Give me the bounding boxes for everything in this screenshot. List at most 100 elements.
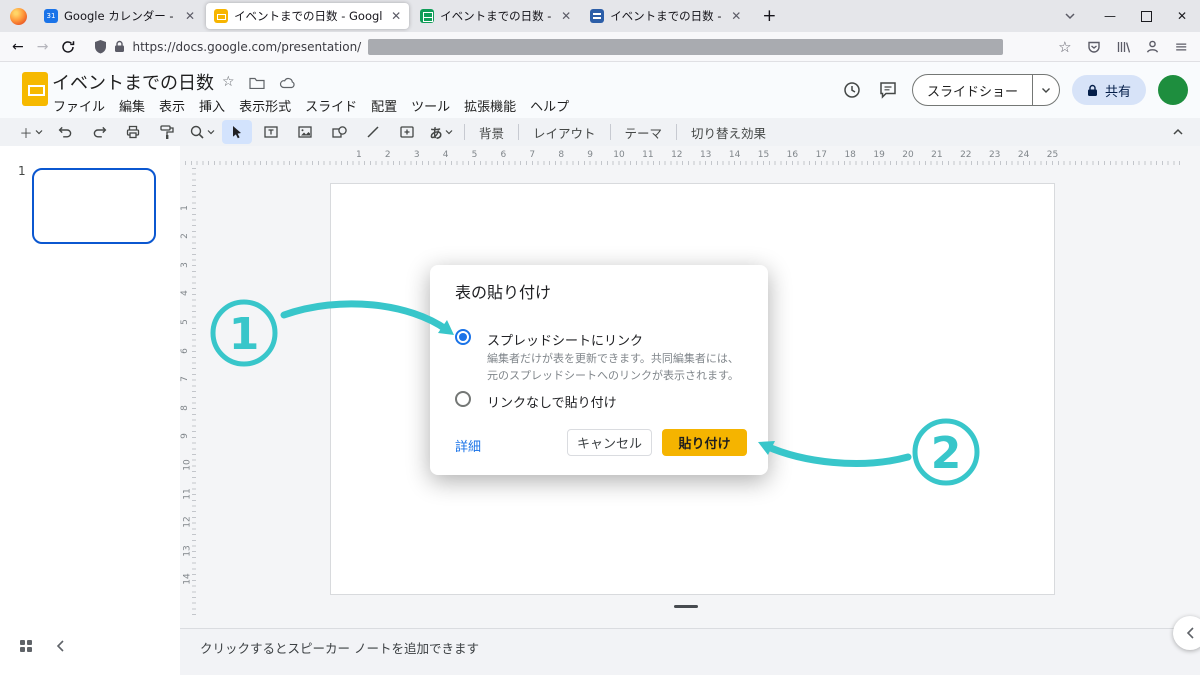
- theme-button[interactable]: テーマ: [617, 123, 671, 142]
- lock-icon[interactable]: [114, 40, 125, 53]
- menu-tools[interactable]: ツール: [404, 94, 457, 117]
- text-box-icon[interactable]: [256, 120, 286, 144]
- ruler-number: 9: [179, 433, 190, 440]
- back-button[interactable]: ←: [12, 39, 24, 55]
- ruler-number: 3: [179, 261, 190, 268]
- redo-button[interactable]: [84, 120, 114, 144]
- print-icon[interactable]: [118, 120, 148, 144]
- insert-shape-icon[interactable]: [324, 120, 354, 144]
- slide-thumbnail[interactable]: [32, 168, 156, 244]
- tab-list-dropdown-icon[interactable]: [1054, 12, 1086, 20]
- window-close-button[interactable]: ✕: [1164, 0, 1200, 32]
- zoom-tool-icon[interactable]: [186, 120, 218, 144]
- google-sheets-icon: [420, 9, 435, 23]
- insert-image-icon[interactable]: [290, 120, 320, 144]
- window-minimize-button[interactable]: —: [1092, 0, 1128, 32]
- new-tab-button[interactable]: +: [752, 6, 786, 26]
- menu-insert[interactable]: 挿入: [192, 94, 232, 117]
- menu-help[interactable]: ヘルプ: [523, 94, 576, 117]
- ruler-number: 4: [442, 150, 449, 160]
- select-tool-icon[interactable]: [222, 120, 252, 144]
- undo-button[interactable]: [50, 120, 80, 144]
- reload-button[interactable]: [61, 40, 75, 54]
- insert-line-icon[interactable]: [358, 120, 388, 144]
- ruler-number: 6: [500, 150, 507, 160]
- grid-view-icon[interactable]: [18, 638, 34, 654]
- browser-tab-sheets[interactable]: イベントまでの日数 - Google スプレ ✕: [412, 3, 579, 29]
- slideshow-dropdown-icon[interactable]: [1031, 75, 1059, 105]
- ruler-number: 20: [902, 150, 914, 160]
- menu-extensions[interactable]: 拡張機能: [457, 94, 523, 117]
- cancel-button[interactable]: キャンセル: [567, 429, 652, 456]
- menu-slide[interactable]: スライド: [298, 94, 364, 117]
- layout-button[interactable]: レイアウト: [525, 123, 604, 142]
- document-title[interactable]: イベントまでの日数: [52, 69, 214, 95]
- cloud-status-icon[interactable]: [279, 76, 297, 89]
- paste-table-dialog: 表の貼り付け スプレッドシートにリンク 編集者だけが表を更新できます。共同編集者…: [430, 265, 768, 475]
- speaker-notes-placeholder: クリックするとスピーカー ノートを追加できます: [200, 641, 479, 656]
- option-unlinked-label[interactable]: リンクなしで貼り付け: [487, 392, 617, 411]
- redacted-url-region: [368, 38, 1004, 55]
- word-art-button[interactable]: あ: [426, 120, 456, 144]
- shield-icon[interactable]: [94, 39, 107, 54]
- avatar[interactable]: [1158, 75, 1188, 105]
- collapse-filmstrip-icon[interactable]: [56, 639, 65, 653]
- details-link[interactable]: 詳細: [455, 436, 481, 455]
- account-icon[interactable]: [1145, 39, 1160, 54]
- option-link-label[interactable]: スプレッドシートにリンク: [487, 330, 643, 349]
- notes-resize-handle[interactable]: [674, 605, 698, 608]
- insert-placeholder-icon[interactable]: [392, 120, 422, 144]
- comments-icon[interactable]: [876, 78, 900, 102]
- menu-hamburger-icon[interactable]: ≡: [1175, 37, 1188, 56]
- tab-title: イベントまでの日数 - プロジェクトの: [610, 9, 722, 23]
- transition-button[interactable]: 切り替え効果: [683, 123, 774, 142]
- ruler-number: 11: [182, 487, 193, 500]
- tab-close-icon[interactable]: ✕: [185, 9, 195, 23]
- forward-button[interactable]: →: [37, 39, 49, 55]
- ruler-number: 12: [182, 516, 193, 528]
- tab-close-icon[interactable]: ✕: [391, 9, 401, 23]
- window-maximize-button[interactable]: [1128, 0, 1164, 32]
- google-calendar-icon: [44, 9, 58, 23]
- lock-icon: [1087, 84, 1098, 97]
- library-icon[interactable]: [1116, 40, 1130, 54]
- pocket-icon[interactable]: [1087, 40, 1101, 54]
- address-bar[interactable]: https://docs.google.com/presentation/: [94, 38, 1045, 55]
- folder-move-icon[interactable]: [248, 76, 265, 89]
- slides-header: イベントまでの日数 ☆ ファイル 編集 表示 挿入 表示形式 スライド 配置 ツ…: [0, 62, 1200, 118]
- bookmark-star-icon[interactable]: ☆: [1058, 38, 1071, 56]
- menu-arrange[interactable]: 配置: [364, 94, 404, 117]
- ruler-number: 6: [179, 347, 190, 354]
- share-button[interactable]: 共有: [1071, 75, 1146, 105]
- notes-bar: クリックするとスピーカー ノートを追加できます: [0, 628, 1200, 675]
- background-button[interactable]: 背景: [471, 123, 512, 142]
- star-icon[interactable]: ☆: [222, 74, 235, 90]
- slides-logo-icon[interactable]: [22, 72, 48, 106]
- tab-close-icon[interactable]: ✕: [561, 9, 571, 23]
- ruler-number: 10: [613, 150, 625, 160]
- radio-link-to-spreadsheet[interactable]: [455, 329, 471, 345]
- new-slide-button[interactable]: ＋: [16, 120, 46, 144]
- browser-tab-slides-active[interactable]: イベントまでの日数 - Google スライ ✕: [206, 3, 410, 29]
- speaker-notes-area[interactable]: クリックするとスピーカー ノートを追加できます: [180, 628, 1200, 675]
- slide-filmstrip: 1: [0, 146, 180, 628]
- browser-tab-project[interactable]: イベントまでの日数 - プロジェクトの ✕: [582, 3, 749, 29]
- side-panel-toggle-button[interactable]: [1173, 616, 1200, 650]
- browser-nav-bar: ← → https://docs.google.com/presentation…: [0, 32, 1200, 62]
- collapse-toolbar-icon[interactable]: [1172, 128, 1184, 136]
- ruler-number: 21: [931, 150, 943, 160]
- slideshow-button[interactable]: スライドショー: [913, 75, 1032, 105]
- paste-button[interactable]: 貼り付け: [662, 429, 747, 456]
- menu-format[interactable]: 表示形式: [232, 94, 298, 117]
- menu-file[interactable]: ファイル: [46, 94, 112, 117]
- menu-edit[interactable]: 編集: [112, 94, 152, 117]
- browser-tab-calendar[interactable]: Google カレンダー - 2023年 6月 2 ✕: [36, 3, 203, 29]
- radio-paste-unlinked[interactable]: [455, 391, 471, 407]
- ruler-number: 2: [384, 150, 391, 160]
- paint-format-icon[interactable]: [152, 120, 182, 144]
- tab-close-icon[interactable]: ✕: [731, 9, 741, 23]
- ruler-number: 25: [1046, 150, 1059, 160]
- version-history-icon[interactable]: [840, 78, 864, 102]
- menu-view[interactable]: 表示: [152, 94, 192, 117]
- ruler-number: 15: [757, 150, 770, 160]
